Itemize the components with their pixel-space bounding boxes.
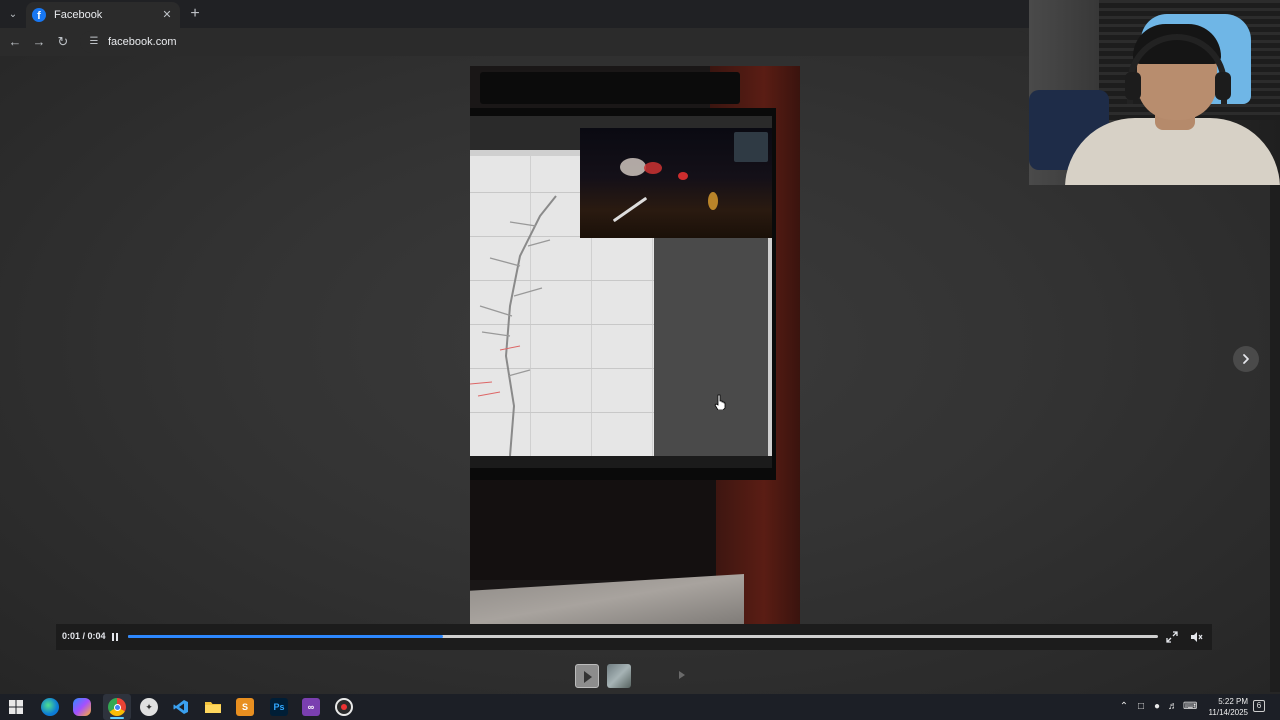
windows-taskbar: ✦ S Ps ∞ ⌃ □ ● ♬ ⌨ 5:22 PM 11/14/2025 6	[0, 694, 1280, 720]
windows-start-icon[interactable]	[7, 698, 25, 716]
video-progress-fill	[128, 635, 444, 638]
tray-microphone-icon[interactable]: ●	[1150, 700, 1164, 714]
webcam-overlay	[1029, 0, 1280, 185]
media-thumbnails	[575, 664, 695, 688]
bird-app-icon[interactable]: ✦	[140, 698, 158, 716]
edge-icon[interactable]	[41, 698, 59, 716]
fullscreen-icon[interactable]	[1165, 630, 1179, 644]
video-monitor-dark-panel	[654, 236, 768, 456]
media-thumbnail[interactable]	[575, 664, 599, 688]
tab-title: Facebook	[54, 9, 103, 21]
pause-icon[interactable]	[110, 631, 120, 643]
video-monitor-screen	[470, 116, 772, 468]
webcam-headset-left	[1125, 72, 1141, 100]
copilot-icon[interactable]	[73, 698, 91, 716]
video-monitor-webcam-thumb	[734, 132, 768, 162]
video-monitor-stream-preview	[580, 128, 772, 238]
next-media-button[interactable]	[1233, 346, 1259, 372]
taskbar-active-indicator	[110, 717, 124, 719]
volume-icon[interactable]	[1189, 630, 1203, 644]
video-desk-shadow	[470, 480, 716, 580]
tray-keyboard-icon[interactable]: ⌨	[1183, 700, 1197, 714]
notification-center-icon[interactable]: 6	[1253, 700, 1265, 712]
tray-speaker-icon[interactable]: ♬	[1166, 700, 1180, 714]
address-url: facebook.com	[108, 36, 177, 48]
visual-studio-icon[interactable]: ∞	[302, 698, 320, 716]
taskbar-date: 11/14/2025	[1208, 708, 1248, 717]
tray-network-icon[interactable]: □	[1134, 700, 1148, 714]
viewer-scrollbar[interactable]	[1270, 182, 1280, 692]
tab-close-icon[interactable]: ✕	[160, 8, 174, 22]
media-thumbnail[interactable]	[607, 664, 631, 688]
webcam-headset-right	[1215, 72, 1231, 100]
site-info-icon[interactable]: ☰	[88, 36, 100, 48]
video-frame[interactable]	[470, 66, 800, 650]
notification-count: 6	[1256, 701, 1262, 710]
tab-search-chevron-icon[interactable]: ⌄	[4, 5, 22, 23]
facebook-favicon-icon: f	[32, 8, 46, 22]
video-monitor-statusbar	[470, 456, 772, 468]
hand-cursor-icon	[714, 394, 726, 410]
taskbar-time: 5:22 PM	[1218, 697, 1248, 706]
video-controls: 0:01 / 0:04	[56, 624, 1212, 650]
obs-icon[interactable]	[335, 698, 353, 716]
browser-tab-facebook[interactable]: f Facebook ✕	[26, 2, 180, 28]
address-bar[interactable]: ☰ facebook.com	[80, 31, 1030, 53]
video-progress-bar[interactable]	[128, 635, 1158, 638]
tray-overflow-chevron-icon[interactable]: ⌃	[1117, 700, 1131, 714]
sublime-text-icon[interactable]: S	[236, 698, 254, 716]
chrome-icon[interactable]	[108, 698, 126, 716]
forward-arrow-icon[interactable]: →	[30, 33, 48, 51]
thumbnails-more-arrow-icon[interactable]	[679, 671, 685, 679]
video-light-bar	[480, 72, 740, 104]
new-tab-plus-icon[interactable]: +	[186, 5, 204, 23]
vscode-icon[interactable]	[172, 698, 190, 716]
reload-icon[interactable]: ↻	[54, 33, 72, 51]
chevron-right-icon	[1243, 354, 1249, 364]
video-monitor	[470, 108, 776, 480]
taskbar-clock[interactable]: 5:22 PM 11/14/2025	[1196, 696, 1248, 718]
photoshop-icon[interactable]: Ps	[270, 698, 288, 716]
video-time-display: 0:01 / 0:04	[62, 631, 106, 641]
file-explorer-icon[interactable]	[204, 698, 222, 716]
back-arrow-icon[interactable]: ←	[6, 33, 24, 51]
